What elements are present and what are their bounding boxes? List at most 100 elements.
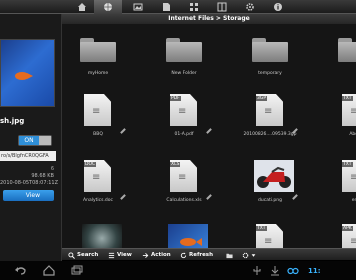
file-label: Calculations.xls [166,198,202,203]
action-bar: Search View Action Refresh [62,248,356,260]
gallery-tab-icon[interactable] [124,0,152,14]
sd-card-tab-icon[interactable] [152,0,180,14]
folder-item[interactable]: New Folder [154,26,214,86]
refresh-label: Refresh [189,252,213,258]
share-toggle[interactable]: ON [18,135,52,146]
search-button[interactable]: Search [68,249,98,261]
file-preview-image [0,39,55,107]
document-glyph-icon: ≡ [350,106,356,117]
share-toggle-knob [39,136,51,145]
folder-icon [338,38,356,62]
file-item[interactable]: TXT ≡ [240,216,300,248]
document-icon: DOC ≡ [84,160,111,192]
refresh-icon [180,251,187,258]
dual-pane-tab-icon[interactable] [208,0,236,14]
file-label: ducati.png [258,198,282,203]
back-icon[interactable] [14,265,28,276]
file-label: eng [351,198,356,203]
file-item[interactable]: ≡ BBQ [68,86,128,146]
file-type-badge: 3GP [256,96,268,101]
folder-icon [252,38,288,62]
document-glyph-icon: ≡ [178,172,187,183]
folder-item[interactable]: myHome [68,26,128,86]
link-icon [287,267,299,275]
document-glyph-icon: ≡ [92,106,101,117]
file-item[interactable]: DOC ≡ Analytics.doc [68,152,128,212]
refresh-button[interactable]: Refresh [180,249,213,261]
document-glyph-icon: ≡ [350,236,356,247]
file-item[interactable]: ducati.png [240,152,300,212]
document-icon: 3GP ≡ [256,94,283,126]
file-type-badge: XLS [170,162,181,167]
file-item[interactable] [68,216,128,248]
chevron-down-icon [251,253,256,257]
view-button[interactable]: View [3,190,54,201]
status-clock: 11: [308,267,321,275]
list-view-icon [108,252,115,258]
face-thumbnail [82,224,122,248]
document-icon: TXT ≡ [342,160,356,192]
usb-icon [253,266,261,275]
file-count: 6 [50,166,54,172]
internet-files-tab-icon[interactable] [94,0,122,14]
file-item[interactable]: PDF ≡ 01-A.pdf [154,86,214,146]
view-label: View [117,252,132,258]
document-glyph-icon: ≡ [350,172,356,183]
folder-icon [80,38,116,62]
document-glyph-icon: ≡ [92,172,101,183]
file-item[interactable] [154,216,214,248]
apps-tab-icon[interactable] [180,0,208,14]
file-label: Analytics.doc [83,198,113,203]
file-label: temporary [258,71,282,76]
file-type-badge: PDF [170,96,181,101]
folder-icon [166,38,202,62]
file-label: 01-A.pdf [174,132,194,137]
file-item[interactable]: TXT ≡ eng [326,152,356,212]
view-mode-button[interactable]: View [108,249,132,261]
home-tab-icon[interactable] [68,0,96,14]
document-icon: PDF ≡ [170,94,197,126]
file-type-badge: TXT [342,96,353,101]
system-navigation-bar: 11: [0,261,356,280]
file-label: New Folder [171,71,197,76]
file-item[interactable]: TXT ≡ About [326,86,356,146]
recent-apps-icon[interactable] [70,265,84,276]
action-button[interactable]: Action [142,249,171,261]
file-details-panel: sh.jpg ON ro/s/BlgfnCR0QGFA 6 98.68 KB 2… [0,14,62,261]
fish-thumbnail [168,224,208,248]
file-label: About [349,132,356,137]
file-label: BBQ [93,132,103,137]
new-folder-button[interactable] [226,249,235,261]
file-item[interactable]: 3GP ≡ 20100826....09539.3gp [240,86,300,146]
file-item[interactable]: APK ≡ [326,216,356,248]
download-icon [271,266,279,276]
file-type-badge: TXT [342,162,353,167]
search-icon [68,251,75,259]
document-icon: APK ≡ [342,224,356,248]
settings-menu-button[interactable] [242,249,258,261]
motorcycle-thumbnail [254,160,294,192]
home-icon[interactable] [42,265,56,276]
folder-item[interactable] [326,26,356,86]
share-url-field[interactable]: ro/s/BlgfnCR0QGFA [0,151,56,161]
fish-fin-detail [27,73,33,79]
action-label: Action [151,252,171,258]
info-tab-icon[interactable] [264,0,292,14]
document-icon: TXT ≡ [342,94,356,126]
file-type-badge: DOC [84,162,97,167]
document-icon: ≡ [84,94,111,126]
folder-item[interactable]: temporary [240,26,300,86]
file-label: 20100826....09539.3gp [243,132,297,137]
document-icon: XLS ≡ [170,160,197,192]
search-label: Search [77,252,99,258]
document-glyph-icon: ≡ [178,106,187,117]
top-tab-bar [0,0,356,14]
document-glyph-icon: ≡ [264,106,273,117]
file-size: 98.68 KB [31,173,54,179]
file-type-badge: APK [342,226,353,231]
file-type-badge: TXT [256,226,267,231]
selected-file-name: sh.jpg [0,117,25,125]
file-item[interactable]: XLS ≡ Calculations.xls [154,152,214,212]
breadcrumb: Internet Files > Storage [62,14,356,24]
settings-tab-icon[interactable] [236,0,264,14]
